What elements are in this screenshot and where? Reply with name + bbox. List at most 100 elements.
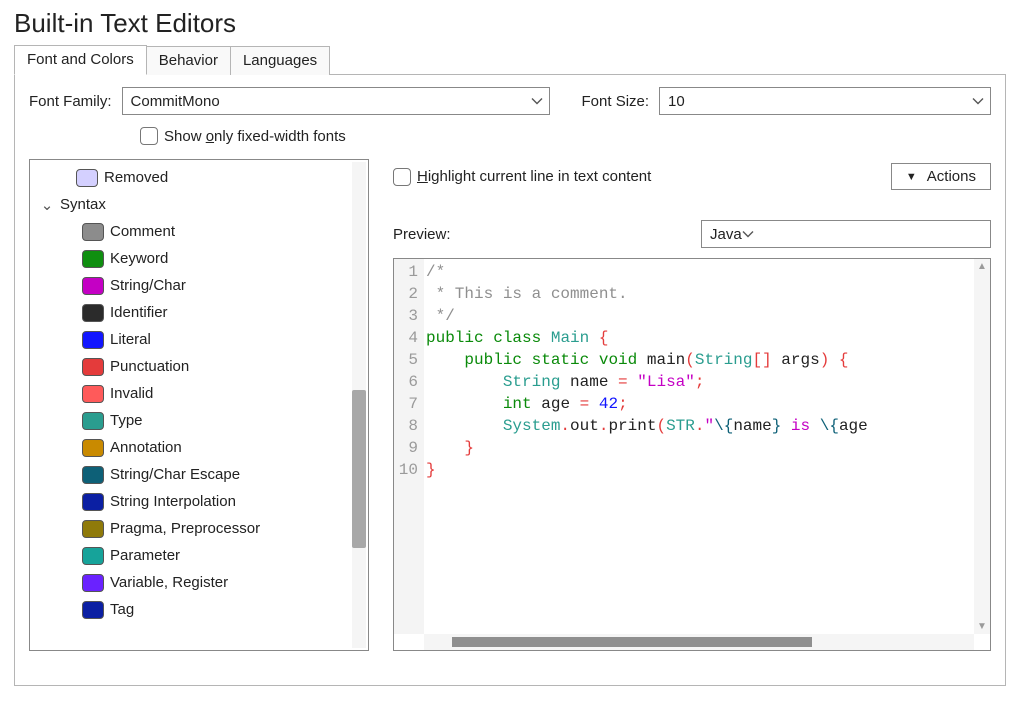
tree-item[interactable]: String Interpolation	[36, 488, 368, 515]
editor-hscroll[interactable]	[424, 634, 974, 650]
code-line: System.out.print(STR."\{name} is \{age	[426, 415, 974, 437]
preview-editor: 12345678910 /* * This is a comment. */pu…	[393, 258, 991, 651]
tree-item-label: Punctuation	[110, 358, 189, 375]
page-title: Built-in Text Editors	[14, 8, 1006, 39]
color-swatch	[82, 304, 104, 322]
chevron-down-icon: ⌄	[40, 196, 54, 214]
tree-group-syntax[interactable]: ⌄Syntax	[36, 191, 368, 218]
font-family-value: CommitMono	[131, 93, 220, 110]
show-fixed-width-label: Show only fixed-width fonts	[164, 128, 346, 145]
chevron-down-icon	[742, 230, 754, 238]
line-gutter: 12345678910	[394, 259, 424, 634]
font-colors-panel: Font Family: CommitMono Font Size: 10 Sh…	[14, 74, 1006, 686]
triangle-down-icon: ▼	[906, 171, 917, 183]
tree-scrollbar-thumb[interactable]	[352, 390, 366, 548]
scroll-down-icon: ▼	[977, 621, 987, 632]
tree-item[interactable]: String/Char	[36, 272, 368, 299]
scroll-up-icon: ▲	[977, 261, 987, 272]
code-line: /*	[426, 261, 974, 283]
tree-item[interactable]: Variable, Register	[36, 569, 368, 596]
tree-item[interactable]: Punctuation	[36, 353, 368, 380]
tree-item[interactable]: Type	[36, 407, 368, 434]
tree-item-label: String/Char	[110, 277, 186, 294]
tree-item-label: Comment	[110, 223, 175, 240]
color-swatch	[82, 358, 104, 376]
code-line: String name = "Lisa";	[426, 371, 974, 393]
tree-item-label: Annotation	[110, 439, 182, 456]
preview-language-select[interactable]: Java	[701, 220, 991, 248]
tab-languages[interactable]: Languages	[230, 46, 330, 75]
color-swatch	[76, 169, 98, 187]
highlight-current-line-label: Highlight current line in text content	[417, 168, 651, 185]
color-swatch	[82, 547, 104, 565]
color-swatch	[82, 250, 104, 268]
tree-item-label: Invalid	[110, 385, 153, 402]
color-swatch	[82, 601, 104, 619]
highlight-current-line-checkbox[interactable]	[393, 168, 411, 186]
tree-item[interactable]: Annotation	[36, 434, 368, 461]
color-swatch	[82, 493, 104, 511]
code-line: */	[426, 305, 974, 327]
line-number: 2	[394, 283, 418, 305]
tree-item-label: Keyword	[110, 250, 168, 267]
font-family-label: Font Family:	[29, 93, 112, 110]
tree-item[interactable]: Pragma, Preprocessor	[36, 515, 368, 542]
preview-language-value: Java	[710, 226, 742, 243]
line-number: 8	[394, 415, 418, 437]
line-number: 10	[394, 459, 418, 481]
tree-item[interactable]: Parameter	[36, 542, 368, 569]
tree-item-label: String/Char Escape	[110, 466, 240, 483]
tab-behavior[interactable]: Behavior	[146, 46, 231, 75]
color-swatch	[82, 412, 104, 430]
line-number: 5	[394, 349, 418, 371]
preview-label: Preview:	[393, 226, 451, 243]
font-family-select[interactable]: CommitMono	[122, 87, 550, 115]
tree-item-label: Type	[110, 412, 143, 429]
code-line: }	[426, 459, 974, 481]
color-swatch	[82, 439, 104, 457]
code-line: }	[426, 437, 974, 459]
tab-strip: Font and Colors Behavior Languages	[14, 45, 1006, 75]
tree-item[interactable]: Comment	[36, 218, 368, 245]
tree-item-label: Removed	[104, 169, 168, 186]
chevron-down-icon	[531, 97, 543, 105]
tree-item[interactable]: Removed	[36, 164, 368, 191]
syntax-tree: Removed ⌄Syntax Comment Keyword String/Char I…	[29, 159, 369, 651]
editor-hscroll-thumb[interactable]	[452, 637, 812, 647]
code-line: public class Main {	[426, 327, 974, 349]
editor-vscroll[interactable]: ▲ ▼	[974, 259, 990, 634]
tab-font-colors[interactable]: Font and Colors	[14, 45, 147, 75]
color-swatch	[82, 466, 104, 484]
tree-item[interactable]: Invalid	[36, 380, 368, 407]
line-number: 4	[394, 327, 418, 349]
line-number: 9	[394, 437, 418, 459]
color-swatch	[82, 331, 104, 349]
tree-item[interactable]: Identifier	[36, 299, 368, 326]
tree-item[interactable]: String/Char Escape	[36, 461, 368, 488]
tree-item-label: Identifier	[110, 304, 168, 321]
line-number: 1	[394, 261, 418, 283]
color-swatch	[82, 277, 104, 295]
tree-item-label: Literal	[110, 331, 151, 348]
chevron-down-icon	[972, 97, 984, 105]
tree-item-label: Tag	[110, 601, 134, 618]
tree-item-label: Pragma, Preprocessor	[110, 520, 260, 537]
tree-item[interactable]: Tag	[36, 596, 368, 623]
tree-item[interactable]: Keyword	[36, 245, 368, 272]
tree-item-label: String Interpolation	[110, 493, 236, 510]
line-number: 7	[394, 393, 418, 415]
font-size-label: Font Size:	[582, 93, 650, 110]
show-fixed-width-checkbox[interactable]	[140, 127, 158, 145]
font-size-select[interactable]: 10	[659, 87, 991, 115]
tree-item-label: Variable, Register	[110, 574, 228, 591]
color-swatch	[82, 574, 104, 592]
line-number: 6	[394, 371, 418, 393]
code-line: public static void main(String[] args) {	[426, 349, 974, 371]
actions-button[interactable]: ▼ Actions	[891, 163, 991, 190]
tree-item[interactable]: Literal	[36, 326, 368, 353]
color-swatch	[82, 520, 104, 538]
line-number: 3	[394, 305, 418, 327]
tree-item-label: Parameter	[110, 547, 180, 564]
actions-label: Actions	[927, 168, 976, 185]
code-line: * This is a comment.	[426, 283, 974, 305]
